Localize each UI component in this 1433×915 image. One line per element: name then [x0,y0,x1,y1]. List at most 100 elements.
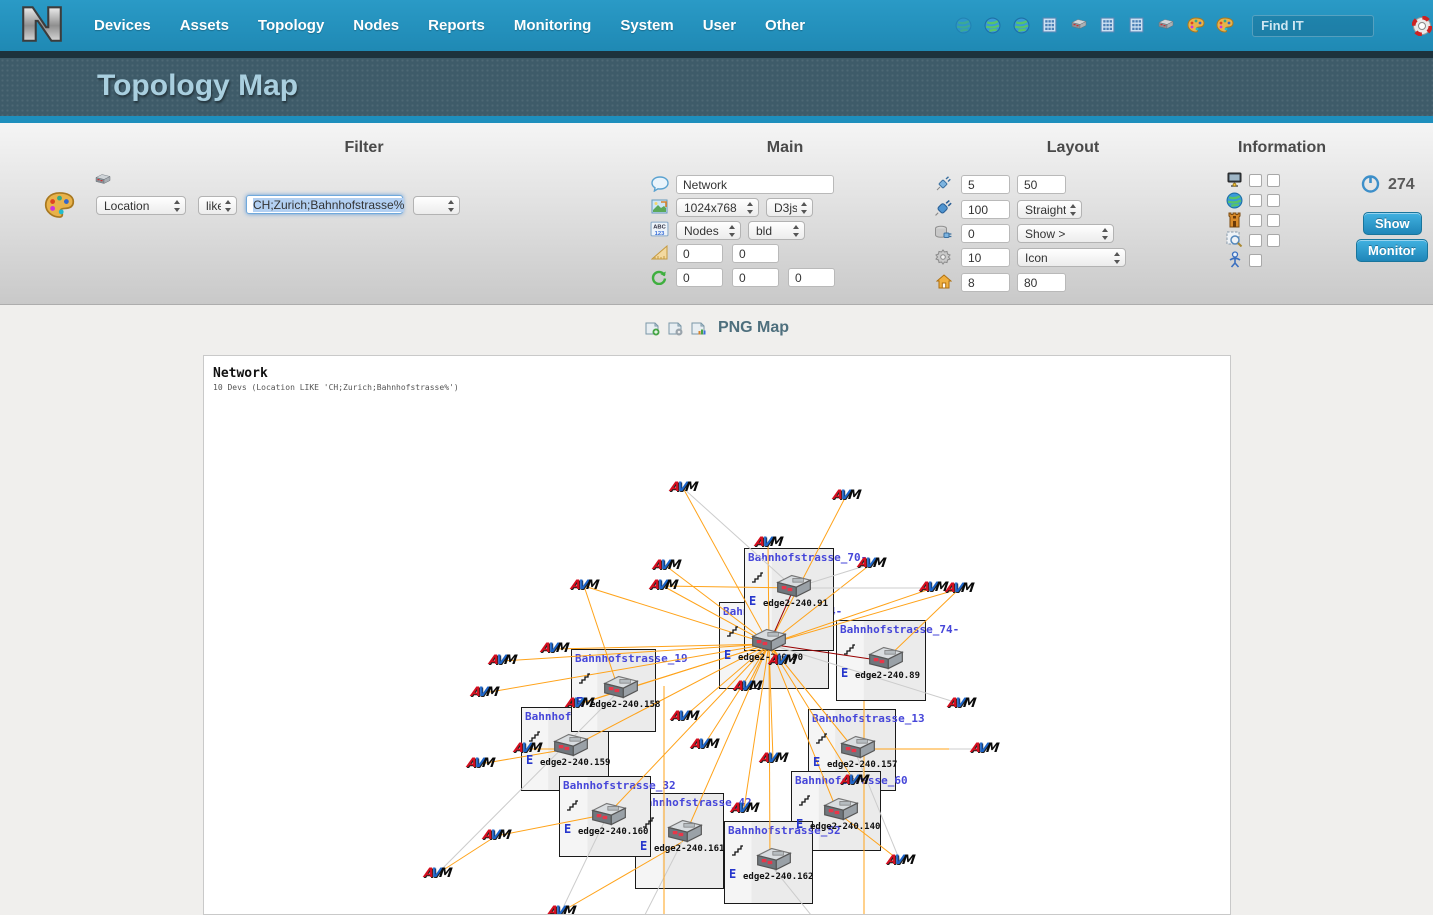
building-icon[interactable] [1042,17,1060,35]
palette-icon[interactable] [1216,17,1234,35]
info-checkbox-1b[interactable] [1267,174,1280,187]
filter-operator-select[interactable]: like [198,196,237,215]
avm-node[interactable]: AVM [730,801,758,816]
device-box[interactable]: Bahnhofstrasse_52 [724,821,813,904]
nav-item-topology[interactable]: Topology [258,17,324,34]
monitor-button[interactable]: Monitor [1356,239,1428,262]
nedi-logo-icon[interactable] [18,4,66,48]
nav-item-other[interactable]: Other [765,17,805,34]
label-mode-select[interactable]: Nodes [676,221,741,240]
link-style-select[interactable]: Straight [1017,200,1082,219]
building-icon[interactable] [1100,17,1118,35]
avm-node[interactable]: AVM [482,828,510,843]
topology-map-canvas[interactable]: Network 10 Devs (Location LIKE 'CH;Zuric… [203,355,1231,915]
info-checkbox-2a[interactable] [1249,194,1262,207]
info-checkbox-2b[interactable] [1267,194,1280,207]
avm-node[interactable]: AVM [919,580,947,595]
avm-node[interactable]: AVM [690,737,718,752]
show-mode-select[interactable]: Show > [1017,224,1114,243]
map-settings-icon[interactable] [667,321,683,336]
device-box[interactable]: Bahnhofstrasse_70- [744,548,834,651]
avm-node[interactable]: AVM [840,773,868,788]
rotate-b-input[interactable]: 0 [732,268,779,287]
link-val1-input[interactable]: 5 [961,175,1010,194]
nav-divider [0,51,1433,58]
nav-item-system[interactable]: System [620,17,673,34]
info-checkbox-4a[interactable] [1249,234,1262,247]
avm-node[interactable]: AVM [670,709,698,724]
info-checkbox-1a[interactable] [1249,174,1262,187]
select-arrows-icon [174,200,181,212]
map-size-select[interactable]: 1024x768 [676,198,759,217]
avm-node[interactable]: AVM [947,696,975,711]
palette-icon[interactable] [44,191,75,219]
gear-val-input[interactable]: 10 [961,248,1010,267]
device-box[interactable]: Bahnhofstrasse_74- [836,620,926,701]
info-checkbox-4b[interactable] [1267,234,1280,247]
nav-item-devices[interactable]: Devices [94,17,151,34]
nav-item-monitoring[interactable]: Monitoring [514,17,591,34]
show-button[interactable]: Show [1363,212,1422,235]
map-chart-icon[interactable] [690,321,706,336]
grid-x-input[interactable]: 0 [676,244,723,263]
help-lifebuoy-icon[interactable] [1412,16,1432,36]
info-checkbox-3a[interactable] [1249,214,1262,227]
power-icon[interactable] [1361,174,1380,193]
link-width-input[interactable]: 100 [961,200,1010,219]
device-location-label: Bahnhofstrasse_52 [728,824,841,837]
avm-node[interactable]: AVM [649,578,677,593]
avm-node[interactable]: AVM [423,866,451,881]
building-icon[interactable] [1129,17,1147,35]
switch-icon[interactable] [1158,17,1176,35]
info-checkbox-5a[interactable] [1249,254,1262,267]
avm-node[interactable]: AVM [945,581,973,596]
globe-icon[interactable] [1013,17,1031,35]
render-engine-select[interactable]: D3js [766,198,813,217]
home-val1-input[interactable]: 8 [961,273,1010,292]
avm-node[interactable]: AVM [669,480,697,495]
nav-item-reports[interactable]: Reports [428,17,485,34]
filter-query-input[interactable]: CH;Zurich;Bahnhofstrasse% [246,195,403,214]
avm-node[interactable]: AVM [540,641,568,656]
info-checkbox-3b[interactable] [1267,214,1280,227]
avm-node[interactable]: AVM [470,685,498,700]
globe-dim-icon[interactable] [955,17,973,35]
avm-node[interactable]: AVM [652,558,680,573]
add-map-icon[interactable] [644,321,660,336]
node-icon-select[interactable]: Icon [1017,248,1126,267]
globe-icon[interactable] [984,17,1002,35]
db-val-input[interactable]: 0 [961,224,1010,243]
nav-item-assets[interactable]: Assets [180,17,229,34]
map-name-input[interactable]: Network [676,175,834,194]
avm-node[interactable]: AVM [488,653,516,668]
palette-icon[interactable] [1187,17,1205,35]
nav-item-nodes[interactable]: Nodes [353,17,399,34]
rotate-a-input[interactable]: 0 [676,268,723,287]
device-box[interactable]: Bahnhofstrasse_32 [559,776,651,857]
avm-node[interactable]: AVM [513,741,541,756]
label-style-select[interactable]: bld [748,221,805,240]
switch-icon[interactable] [1071,17,1089,35]
avm-node[interactable]: AVM [547,904,575,915]
search-input[interactable] [1252,15,1374,37]
nav-item-user[interactable]: User [703,17,736,34]
avm-node[interactable]: AVM [759,751,787,766]
avm-node[interactable]: AVM [886,853,914,868]
link-val2-input[interactable]: 50 [1017,175,1066,194]
avm-node[interactable]: AVM [466,756,494,771]
avm-node[interactable]: AVM [970,741,998,756]
grid-y-input[interactable]: 0 [732,244,779,263]
avm-node[interactable]: AVM [733,679,761,694]
filter-extra-select[interactable] [413,196,460,215]
page-header-band: Topology Map [0,58,1433,116]
avm-node[interactable]: AVM [565,696,593,711]
filter-field-select[interactable]: Location [96,196,186,215]
avm-node[interactable]: AVM [768,653,796,668]
avm-node[interactable]: AVM [857,556,885,571]
avm-node[interactable]: AVM [570,578,598,593]
device-box[interactable]: Bahnhofstrasse_19 [571,649,656,732]
avm-node[interactable]: AVM [754,535,782,550]
rotate-c-input[interactable]: 0 [788,268,835,287]
home-val2-input[interactable]: 80 [1017,273,1066,292]
avm-node[interactable]: AVM [832,488,860,503]
